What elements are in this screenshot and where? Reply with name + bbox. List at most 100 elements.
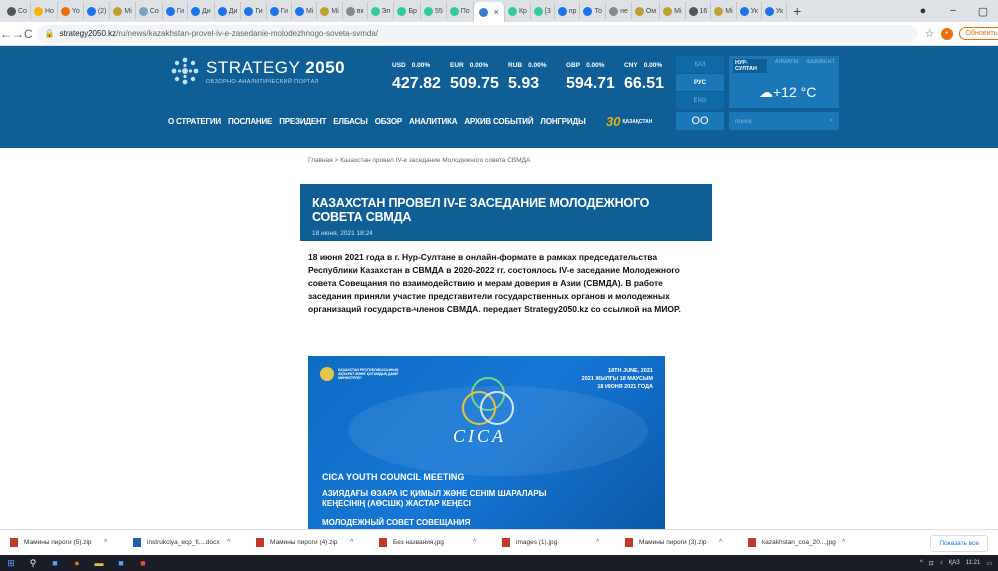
tab-label: Mi bbox=[725, 7, 733, 15]
download-item[interactable]: Мамины пироги (5).zip ^ bbox=[0, 538, 123, 547]
browser-tab[interactable]: Yo bbox=[58, 2, 84, 20]
tab-label: [3 bbox=[544, 7, 551, 15]
explorer-taskbar-icon[interactable]: ▬ bbox=[88, 555, 110, 571]
browser-tab[interactable]: Ом bbox=[632, 2, 661, 20]
nav-item[interactable]: ЛОНГРИДЫ bbox=[540, 117, 585, 126]
taskbar-app2-icon[interactable]: ■ bbox=[132, 555, 154, 571]
search-input[interactable]: поиск ⌕ bbox=[729, 112, 839, 130]
nav-item[interactable]: ПОСЛАНИЕ bbox=[228, 117, 272, 126]
browser-tab-active[interactable]: × bbox=[473, 2, 505, 22]
logo-snowflake-icon bbox=[168, 54, 202, 88]
browser-tab[interactable]: Co bbox=[4, 2, 31, 20]
network-icon[interactable]: ⊡ bbox=[929, 560, 934, 567]
browser-tab[interactable]: вк bbox=[343, 2, 368, 20]
profile-avatar-icon[interactable]: • bbox=[940, 27, 953, 40]
taskbar-app-icon[interactable]: ■ bbox=[44, 555, 66, 571]
city-tab[interactable]: НУР-СУЛТАН bbox=[733, 59, 767, 73]
browser-tab[interactable]: 55 bbox=[421, 2, 447, 20]
download-item[interactable]: Мамины пироги (4).zip ^ bbox=[246, 538, 369, 547]
nav-item[interactable]: ПРЕЗИДЕНТ bbox=[279, 117, 326, 126]
tray-chevron-icon[interactable]: ^ bbox=[920, 560, 923, 566]
site-logo[interactable]: STRATEGY 2050 ОБЗОРНО-АНАЛИТИЧЕСКИЙ ПОРТ… bbox=[168, 54, 345, 88]
bookmark-star-icon[interactable]: ☆ bbox=[925, 27, 935, 40]
nav-item[interactable]: ЕЛБАСЫ bbox=[333, 117, 368, 126]
accessibility-eye-icon[interactable]: OO bbox=[676, 112, 724, 130]
browser-tab[interactable]: [3 bbox=[531, 2, 555, 20]
forward-icon[interactable]: → bbox=[12, 27, 24, 41]
download-item[interactable]: instrukciya_ecp_fi....docx ^ bbox=[123, 538, 246, 547]
tab-label: Эл bbox=[381, 7, 391, 15]
keyboard-language[interactable]: ҚАЗ bbox=[949, 560, 960, 566]
tab-label: Mi bbox=[124, 7, 132, 15]
browser-tab[interactable]: Кр bbox=[505, 2, 531, 20]
browser-tab[interactable]: не bbox=[606, 2, 632, 20]
anniversary-logo[interactable]: 30 ҚАЗАҚСТАН bbox=[606, 114, 652, 129]
browser-tab[interactable]: По bbox=[447, 2, 474, 20]
city-tab[interactable]: АЛМАТЫ bbox=[775, 59, 798, 73]
nav-item[interactable]: ОБЗОР bbox=[375, 117, 403, 126]
download-item[interactable]: images (1).jpg ^ bbox=[492, 538, 615, 547]
minimize-button[interactable]: − bbox=[938, 5, 968, 17]
update-button[interactable]: Обновить bbox=[958, 27, 998, 40]
browser-tab[interactable]: пр bbox=[555, 2, 581, 20]
notifications-icon[interactable]: ▭ bbox=[986, 560, 992, 567]
volume-icon[interactable]: ♪ bbox=[940, 560, 943, 566]
city-tab[interactable]: ШЫМКЕНТ bbox=[806, 59, 835, 73]
browser-tab[interactable]: Mi bbox=[711, 2, 737, 20]
taskbar-search-icon[interactable]: ⚲ bbox=[22, 555, 44, 571]
tab-label: (2) bbox=[97, 7, 107, 15]
chevron-up-icon[interactable]: ^ bbox=[104, 539, 107, 546]
chrome-taskbar-icon[interactable]: ● bbox=[66, 555, 88, 571]
download-item[interactable]: Мамины пироги (3).zip ^ bbox=[615, 538, 738, 547]
new-tab-button[interactable]: + bbox=[787, 3, 807, 19]
article-lead: 18 июня 2021 года в г. Нур-Султане в онл… bbox=[308, 252, 681, 314]
nav-item[interactable]: О СТРАТЕГИИ bbox=[168, 117, 221, 126]
browser-tab[interactable]: Ди bbox=[188, 2, 215, 20]
browser-tab[interactable]: Эл bbox=[368, 2, 395, 20]
chevron-up-icon[interactable]: ^ bbox=[596, 539, 599, 546]
browser-tab[interactable]: Ук bbox=[737, 2, 762, 20]
tab-label: 16 bbox=[699, 7, 708, 15]
chevron-up-icon[interactable]: ^ bbox=[473, 539, 476, 546]
close-tab-icon[interactable]: × bbox=[494, 7, 499, 17]
browser-tab[interactable]: Ho bbox=[31, 2, 58, 20]
reload-icon[interactable]: C bbox=[24, 27, 33, 41]
clock[interactable]: 11:21 bbox=[966, 560, 981, 566]
browser-tab[interactable]: Mi bbox=[317, 2, 343, 20]
browser-tab[interactable]: Ги bbox=[267, 2, 292, 20]
language-option[interactable]: ENG bbox=[676, 92, 724, 109]
tab-favicon-icon bbox=[739, 6, 749, 16]
word-taskbar-icon[interactable]: ■ bbox=[110, 555, 132, 571]
browser-tab[interactable]: Ги bbox=[241, 2, 267, 20]
tab-label: пр bbox=[568, 7, 577, 15]
chevron-up-icon[interactable]: ^ bbox=[719, 539, 722, 546]
browser-tab[interactable]: Ди bbox=[215, 2, 242, 20]
nav-item[interactable]: АНАЛИТИКА bbox=[409, 117, 457, 126]
download-item[interactable]: kazakhstan_coa_20....jpg ^ bbox=[738, 538, 861, 547]
language-option[interactable]: ҚАЗ bbox=[676, 56, 724, 73]
browser-tab[interactable]: (2) bbox=[84, 2, 111, 20]
back-icon[interactable]: ← bbox=[0, 27, 12, 41]
windows-start-icon[interactable]: ⊞ bbox=[0, 555, 22, 571]
browser-tab[interactable]: Co bbox=[136, 2, 163, 20]
browser-tab[interactable]: То bbox=[580, 2, 607, 20]
tab-search-icon[interactable]: ● bbox=[908, 5, 938, 17]
nav-item[interactable]: АРХИВ СОБЫТИЙ bbox=[464, 117, 533, 126]
browser-tab[interactable]: Mi bbox=[292, 2, 318, 20]
chevron-up-icon[interactable]: ^ bbox=[227, 539, 230, 546]
maximize-button[interactable]: ▢ bbox=[968, 5, 998, 18]
browser-tab[interactable]: 16 bbox=[686, 2, 712, 20]
browser-tab[interactable]: Mi bbox=[110, 2, 136, 20]
browser-tab[interactable]: Mi bbox=[660, 2, 686, 20]
url-field[interactable]: 🔒 strategy2050.kz/ru/news/kazakhstan-pro… bbox=[36, 24, 917, 43]
search-icon[interactable]: ⌕ bbox=[829, 117, 833, 125]
browser-tab[interactable]: Ук bbox=[762, 2, 788, 20]
show-all-downloads-button[interactable]: Показать все bbox=[930, 535, 988, 552]
breadcrumb-home[interactable]: Главная bbox=[308, 157, 333, 164]
language-option[interactable]: РУС bbox=[676, 74, 724, 91]
chevron-up-icon[interactable]: ^ bbox=[350, 539, 353, 546]
download-item[interactable]: Без названия.jpg ^ bbox=[369, 538, 492, 547]
browser-tab[interactable]: Бр bbox=[394, 2, 421, 20]
chevron-up-icon[interactable]: ^ bbox=[842, 539, 845, 546]
browser-tab[interactable]: Ги bbox=[163, 2, 189, 20]
